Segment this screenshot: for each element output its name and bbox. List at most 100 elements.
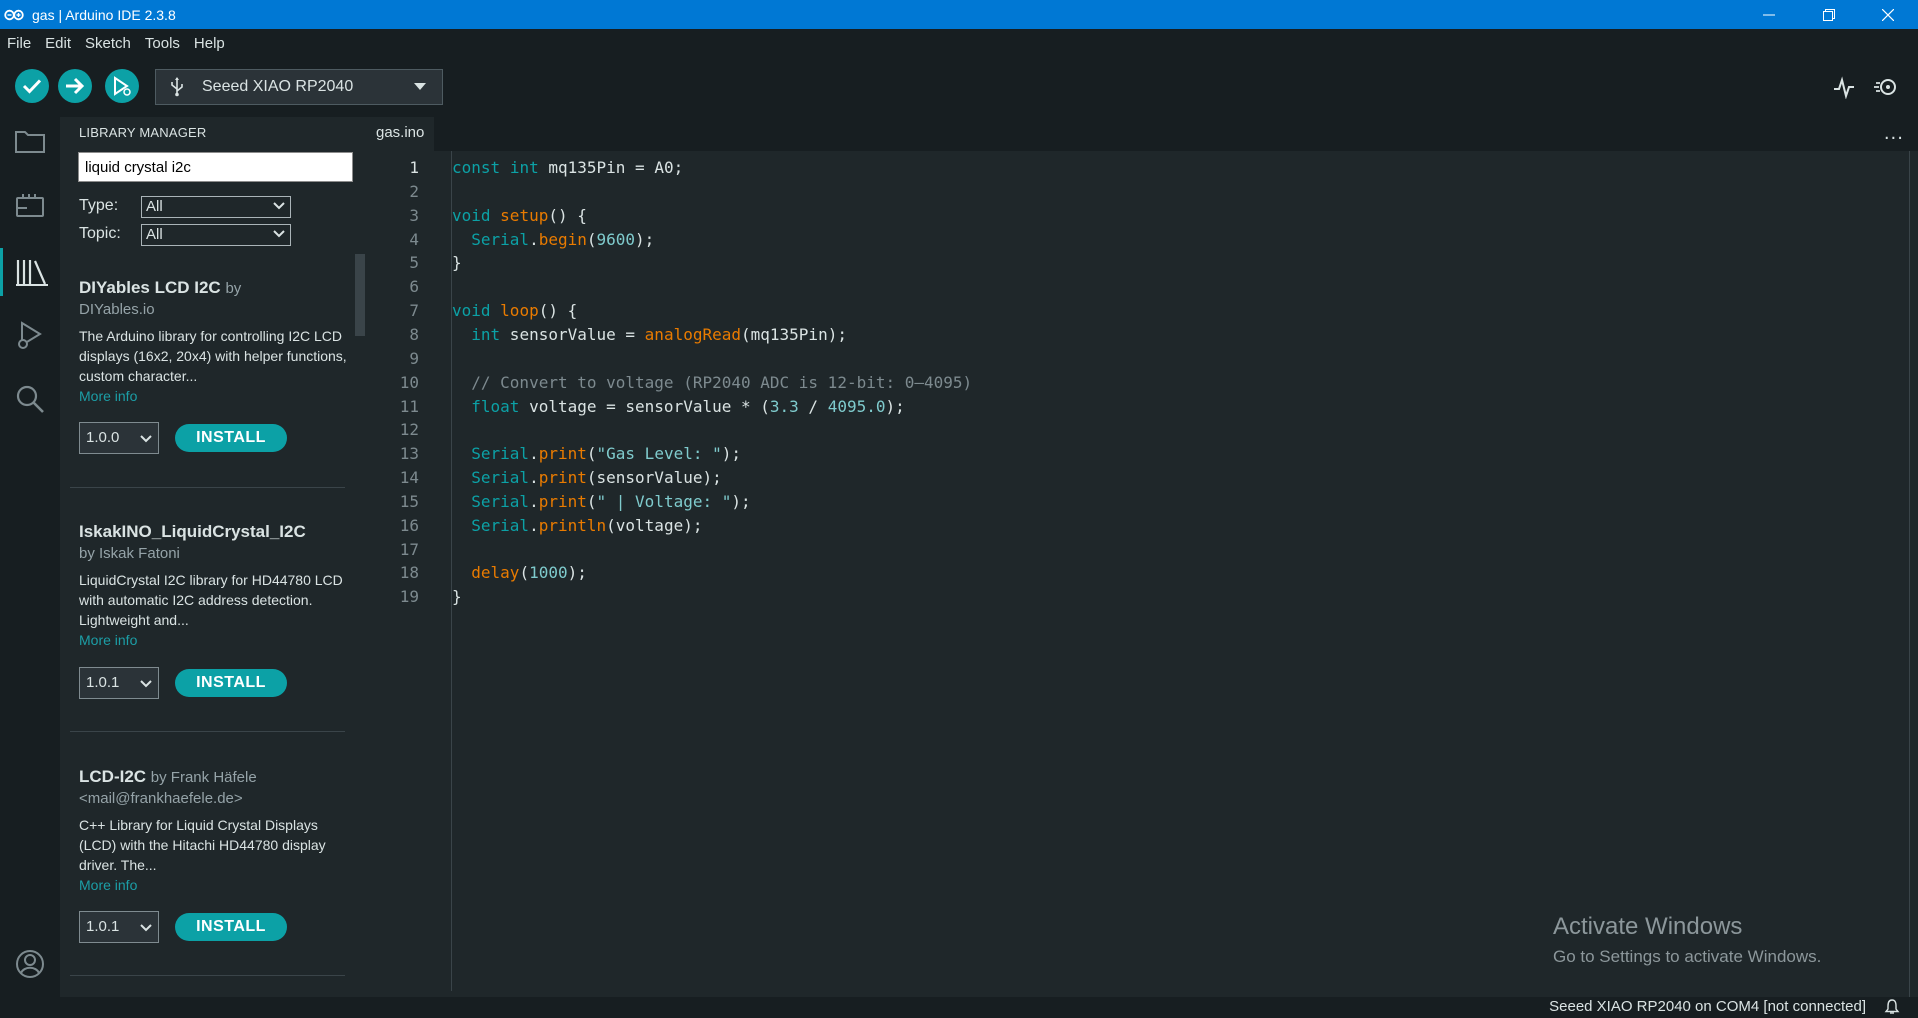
library-description: LiquidCrystal I2C library for HD44780 LC… [79, 572, 343, 628]
library-title: LCD-I2C by Frank Häfele [79, 767, 314, 787]
code-text: Serial.print(sensorValue); [471, 468, 722, 488]
sketchbook-button[interactable] [0, 117, 60, 165]
library-by: by Frank Häfele [150, 769, 257, 786]
profile-button[interactable] [0, 940, 60, 988]
menu-sketch[interactable]: Sketch [78, 29, 138, 59]
arrow-right-icon [66, 77, 85, 95]
activity-bar [0, 117, 60, 997]
line-number: 9 [409, 348, 419, 368]
line-number: 10 [399, 372, 419, 392]
menu-edit[interactable]: Edit [38, 29, 78, 59]
library-name: IskakINO_LiquidCrystal_I2C [79, 522, 306, 541]
library-manager-button[interactable] [0, 248, 60, 296]
menu-file[interactable]: File [0, 29, 38, 59]
library-search-input[interactable] [78, 152, 353, 182]
serial-plotter-button[interactable] [1830, 73, 1858, 101]
code-text: Serial.begin(9600); [471, 229, 655, 249]
board-port-status[interactable]: Seeed XIAO RP2040 on COM4 [not connected… [1549, 998, 1866, 1015]
install-button[interactable]: INSTALL [175, 669, 287, 697]
watermark-title: Activate Windows [1553, 913, 1743, 940]
code-text: Serial.print(" | Voltage: "); [471, 491, 751, 511]
chevron-down-icon [414, 83, 426, 90]
library-manager-panel: LIBRARY MANAGER Type: All Topic: All DIY… [60, 117, 366, 997]
menu-help[interactable]: Help [187, 29, 232, 59]
minimize-button[interactable] [1739, 0, 1799, 29]
library-author: DIYables.io [79, 301, 155, 318]
library-name: DIYables LCD I2C [79, 278, 221, 297]
topic-filter-label: Topic: [79, 225, 121, 242]
divider [70, 487, 345, 488]
debug-panel-button[interactable] [0, 311, 60, 359]
tab-gas-ino[interactable]: gas.ino [366, 117, 435, 151]
install-button[interactable]: INSTALL [175, 424, 287, 452]
more-actions-button[interactable]: ... [1884, 123, 1904, 144]
version-select[interactable]: 1.0.1 [79, 667, 159, 699]
library-description: C++ Library for Liquid Crystal Displays … [79, 817, 326, 873]
library-list-scrollbar[interactable] [355, 254, 365, 336]
panel-title: LIBRARY MANAGER [79, 125, 207, 140]
type-filter-select[interactable]: All [141, 196, 291, 218]
line-number: 16 [399, 515, 419, 535]
folder-icon [15, 131, 45, 153]
serial-monitor-icon [1874, 79, 1896, 95]
line-number: 1 [409, 158, 419, 177]
library-item: IskakINO_LiquidCrystal_I2C by Iskak Fato… [79, 522, 349, 650]
version-value: 1.0.1 [86, 918, 120, 935]
boards-manager-button[interactable] [0, 182, 60, 230]
version-value: 1.0.0 [86, 429, 120, 446]
upload-button[interactable] [58, 69, 92, 103]
restore-icon [1823, 8, 1835, 21]
window-title: gas | Arduino IDE 2.3.8 [32, 6, 176, 23]
title-bar: gas | Arduino IDE 2.3.8 [0, 0, 1918, 29]
code-text: float voltage = sensorValue * (3.3 / 409… [471, 396, 905, 416]
user-icon [16, 950, 44, 978]
usb-icon [170, 77, 190, 97]
code-text: } [452, 587, 462, 607]
version-select[interactable]: 1.0.0 [79, 422, 159, 454]
code-text: // Convert to voltage (RP2040 ADC is 12-… [471, 372, 973, 392]
board-selector[interactable]: Seeed XIAO RP2040 [155, 69, 443, 105]
line-number: 5 [409, 253, 419, 273]
line-number: 12 [399, 420, 419, 440]
line-number: 8 [409, 324, 419, 344]
install-button[interactable]: INSTALL [175, 913, 287, 941]
editor-scrollbar[interactable] [1909, 151, 1910, 997]
watermark-subtitle: Go to Settings to activate Windows. [1553, 947, 1822, 966]
chevron-down-icon [140, 924, 152, 932]
topic-filter-value: All [146, 226, 163, 243]
line-number: 2 [409, 181, 419, 201]
type-filter-label: Type: [79, 197, 119, 214]
library-description: The Arduino library for controlling I2C … [79, 328, 347, 384]
more-info-link[interactable]: More info [79, 875, 349, 895]
close-button[interactable] [1858, 0, 1918, 29]
verify-button[interactable] [15, 69, 49, 103]
line-number: 19 [399, 587, 419, 607]
check-icon [22, 79, 42, 94]
serial-monitor-button[interactable] [1873, 73, 1901, 101]
search-button[interactable] [0, 375, 60, 423]
version-select[interactable]: 1.0.1 [79, 911, 159, 943]
debug-button[interactable] [105, 69, 139, 103]
line-number: 11 [399, 396, 419, 416]
topic-filter-select[interactable]: All [141, 224, 291, 246]
code-text: } [452, 253, 462, 273]
more-info-link[interactable]: More info [79, 386, 349, 406]
status-bar: Seeed XIAO RP2040 on COM4 [not connected… [0, 997, 1918, 1018]
menu-tools[interactable]: Tools [138, 29, 187, 59]
type-filter-value: All [146, 198, 163, 215]
toolbar: Seeed XIAO RP2040 [0, 59, 1918, 117]
code-text: delay(1000); [471, 563, 587, 583]
restore-button[interactable] [1799, 0, 1859, 29]
code-editor[interactable]: 1 const int mq135Pin = A0; 2 3 void setup() … [366, 151, 1918, 997]
more-info-link[interactable]: More info [79, 630, 349, 650]
line-number: 18 [399, 563, 419, 583]
line-number: 4 [409, 229, 419, 249]
library-author: <mail@frankhaefele.de> [79, 790, 243, 807]
library-name: LCD-I2C [79, 767, 147, 786]
arduino-logo-icon [4, 8, 26, 22]
divider [70, 731, 345, 732]
search-icon [16, 385, 44, 413]
bell-icon[interactable] [1884, 999, 1900, 1015]
line-number: 15 [399, 491, 419, 511]
board-name: Seeed XIAO RP2040 [202, 78, 354, 95]
